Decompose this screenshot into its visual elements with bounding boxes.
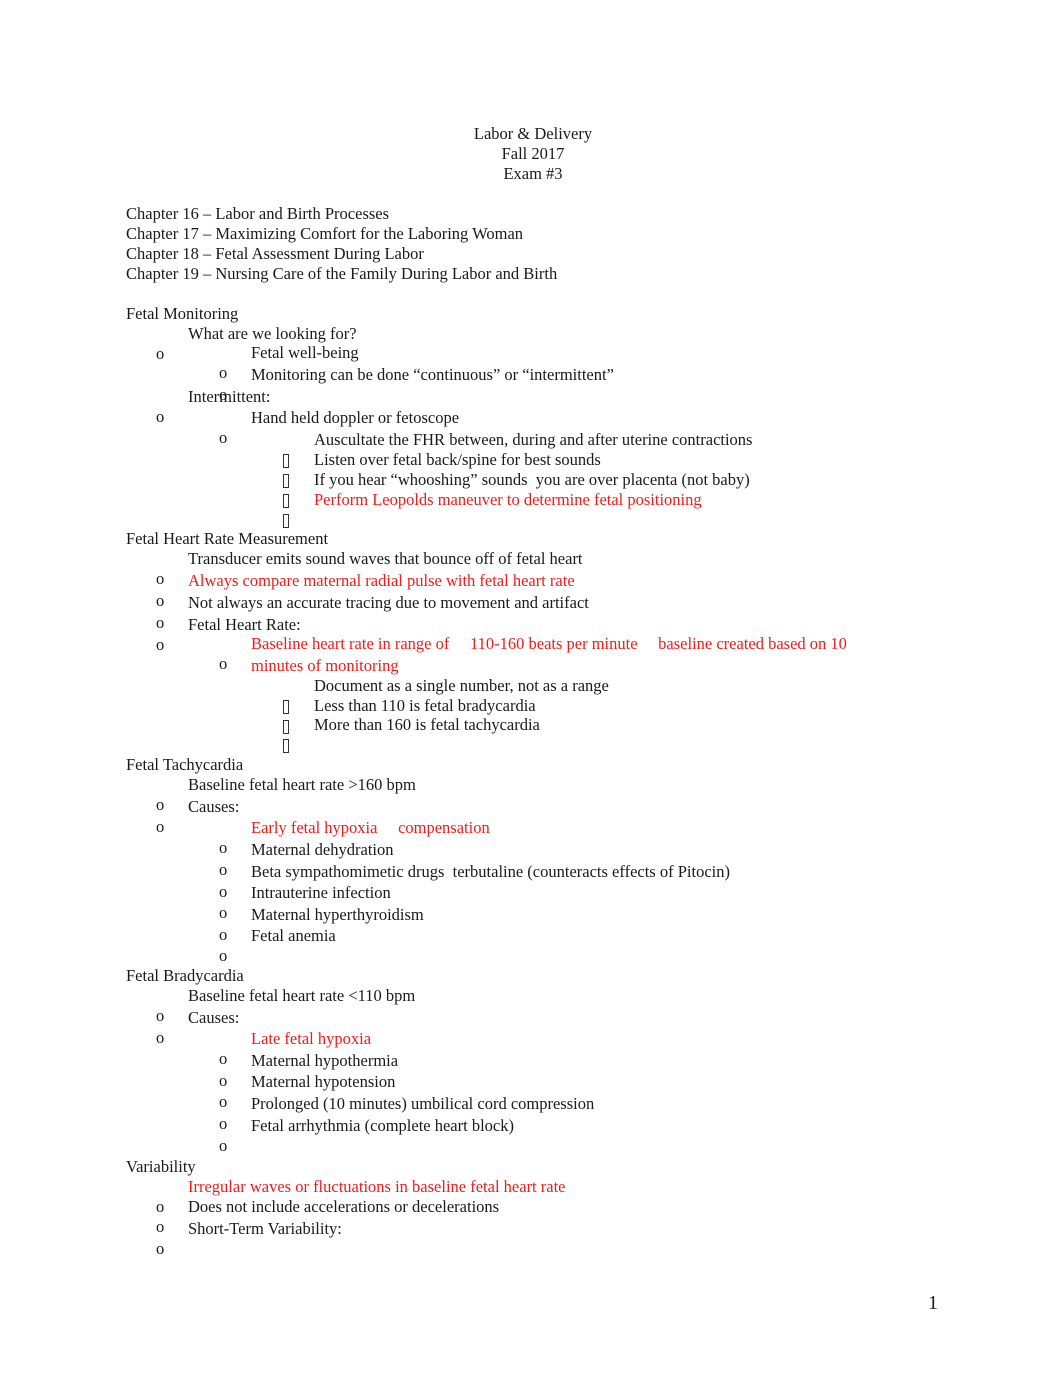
bullet-o-icon: o [219, 654, 228, 673]
chapter-line: Chapter 19 – Nursing Care of the Family … [126, 264, 558, 283]
bullet-o-icon: o [156, 817, 165, 836]
section-heading-tachycardia: Fetal Tachycardia [126, 755, 244, 774]
chapter-line: Chapter 16 – Labor and Birth Processes [126, 204, 390, 223]
list-item-text: Transducer emits sound waves that bounce… [188, 549, 583, 568]
bullet-o-icon: o [219, 1049, 228, 1068]
list-item-text: Causes: [188, 797, 240, 816]
bullet-square-icon [283, 720, 289, 734]
bullet-square-icon [283, 700, 289, 714]
bullet-o-icon: o [156, 1006, 165, 1025]
list-item: o Fetal anemia [0, 926, 336, 986]
bullet-o-icon: o [156, 1028, 165, 1047]
list-item-text-highlighted: Perform Leopolds maneuver to determine f… [314, 490, 702, 509]
bullet-o-icon: o [156, 569, 165, 588]
list-item: Perform Leopolds maneuver to determine f… [0, 490, 702, 550]
list-item-text: Fetal well-being [251, 343, 359, 362]
bullet-square-icon [283, 454, 289, 468]
list-item-text: Short-Term Variability: [188, 1219, 342, 1238]
list-item-text: Baseline fetal heart rate >160 bpm [188, 775, 416, 794]
list-item-text: Fetal anemia [251, 926, 336, 945]
chapter-line: Chapter 17 – Maximizing Comfort for the … [126, 224, 524, 243]
bullet-o-icon: o [156, 407, 165, 426]
bullet-square-icon [283, 474, 289, 488]
list-item-text: Prolonged (10 minutes) umbilical cord co… [251, 1094, 595, 1113]
list-item-text: Maternal hypotension [251, 1072, 396, 1091]
list-item-text: What are we looking for? [188, 324, 357, 343]
list-item-text: Auscultate the FHR between, during and a… [314, 430, 753, 449]
bullet-o-icon: o [219, 428, 228, 447]
list-item: More than 160 is fetal tachycardia [0, 715, 540, 775]
list-item-text-continued: minutes of monitoring [251, 656, 399, 675]
list-item-text: Less than 110 is fetal bradycardia [314, 696, 536, 715]
bullet-square-icon [283, 739, 289, 753]
list-item-text-highlighted: Baseline heart rate in range of 110-160 … [251, 634, 847, 653]
chapter-line: Chapter 18 – Fetal Assessment During Lab… [126, 244, 424, 263]
bullet-o-icon: o [219, 903, 228, 922]
bullet-o-icon: o [156, 591, 165, 610]
list-item-text: Hand held doppler or fetoscope [251, 408, 460, 427]
list-item-text: Maternal hypothermia [251, 1051, 399, 1070]
list-item-text: More than 160 is fetal tachycardia [314, 715, 540, 734]
list-item-text: Monitoring can be done “continuous” or “… [251, 365, 614, 384]
list-item-text: Beta sympathomimetic drugs terbutaline (… [251, 862, 730, 881]
list-item-text: Not always an accurate tracing due to mo… [188, 593, 589, 612]
document-term: Fall 2017 [501, 144, 565, 163]
list-item-text: Document as a single number, not as a ra… [314, 676, 609, 695]
bullet-o-icon: o [219, 925, 228, 944]
list-item-text: Maternal dehydration [251, 840, 394, 859]
bullet-o-icon: o [156, 795, 165, 814]
list-item-text: Intrauterine infection [251, 883, 391, 902]
bullet-o-icon: o [219, 838, 228, 857]
bullet-o-icon: o [156, 344, 165, 363]
list-item-text-highlighted: Early fetal hypoxia compensation [251, 818, 490, 837]
bullet-o-icon: o [156, 1197, 165, 1216]
list-item-text: Listen over fetal back/spine for best so… [314, 450, 601, 469]
list-item-text-highlighted: Always compare maternal radial pulse wit… [188, 571, 575, 590]
bullet-o-icon: o [156, 1217, 165, 1236]
bullet-o-icon: o [219, 946, 228, 965]
list-item-text: Does not include accelerations or decele… [188, 1197, 500, 1216]
section-heading-bradycardia: Fetal Bradycardia [126, 966, 244, 985]
list-item: o Fetal arrhythmia (complete heart block… [0, 1116, 514, 1176]
list-item-text: Maternal hyperthyroidism [251, 905, 424, 924]
section-heading-fetal-monitoring: Fetal Monitoring [126, 304, 239, 323]
section-heading-fhr-measurement: Fetal Heart Rate Measurement [126, 529, 329, 548]
document-exam: Exam #3 [503, 164, 563, 183]
bullet-o-icon: o [219, 882, 228, 901]
bullet-o-icon: o [219, 363, 228, 382]
list-item-text-highlighted: Late fetal hypoxia [251, 1029, 372, 1048]
page-number: 1 [928, 1292, 938, 1314]
bullet-o-icon: o [219, 860, 228, 879]
bullet-o-icon: o [156, 635, 165, 654]
bullet-square-icon [283, 514, 289, 528]
bullet-o-icon: o [219, 1071, 228, 1090]
list-item: o Short-Term Variability: [0, 1219, 342, 1279]
bullet-o-icon: o [219, 1092, 228, 1111]
bullet-o-icon: o [219, 1114, 228, 1133]
bullet-square-icon [283, 494, 289, 508]
list-item-text: Causes: [188, 1008, 240, 1027]
list-item-text: Baseline fetal heart rate <110 bpm [188, 986, 416, 1005]
list-item-text: Intermittent: [188, 387, 271, 406]
list-item-text: Fetal arrhythmia (complete heart block) [251, 1116, 514, 1135]
section-heading-variability: Variability [126, 1157, 196, 1176]
list-item-text-highlighted: Irregular waves or fluctuations in basel… [188, 1177, 566, 1196]
list-item-text: Fetal Heart Rate: [188, 615, 301, 634]
bullet-o-icon: o [219, 1136, 228, 1155]
bullet-o-icon: o [156, 1239, 165, 1258]
list-item-text: If you hear “whooshing” sounds you are o… [314, 470, 750, 489]
bullet-o-icon: o [156, 613, 165, 632]
document-title: Labor & Delivery [473, 124, 593, 143]
